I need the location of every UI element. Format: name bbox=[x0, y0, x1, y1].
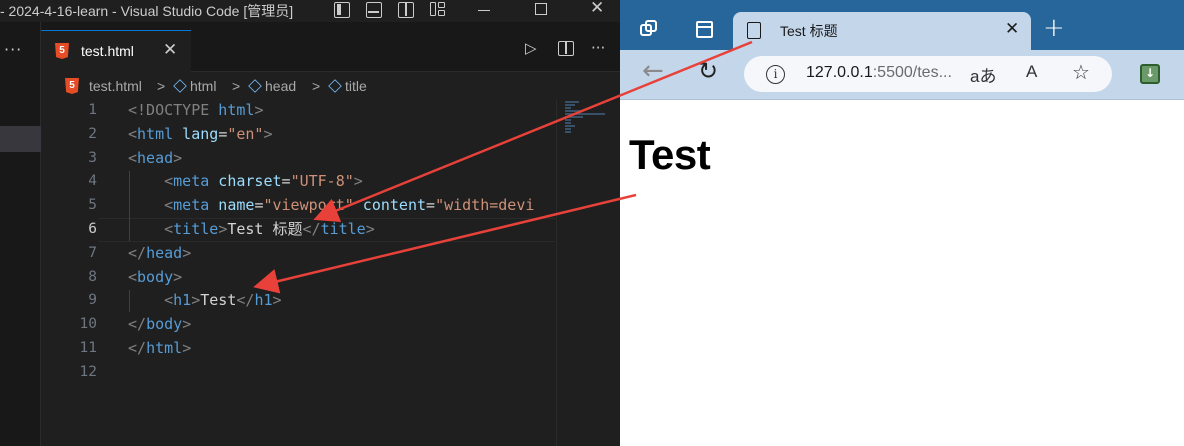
page-heading: Test bbox=[629, 131, 711, 178]
html5-file-icon: 5 bbox=[55, 43, 69, 59]
address-bar[interactable]: i 127.0.0.1:5500/tes... aあ A ☆ bbox=[744, 56, 1112, 92]
html5-file-icon: 5 bbox=[65, 78, 79, 94]
tab-actions-icon[interactable] bbox=[696, 21, 713, 38]
breadcrumb-separator: > bbox=[232, 78, 241, 94]
minimap[interactable] bbox=[556, 99, 620, 446]
line-number: 8 bbox=[88, 268, 97, 285]
symbol-icon bbox=[328, 79, 342, 93]
code-line-active: <title>Test 标题</title> bbox=[164, 219, 375, 238]
url-path: :5500/tes... bbox=[872, 64, 952, 81]
editor-tabbar: 5 test.html ✕ ▷ ··· bbox=[41, 22, 620, 72]
maximize-icon[interactable] bbox=[535, 3, 547, 15]
code-line: </head> bbox=[128, 243, 192, 262]
browser-tab-title: Test 标题 bbox=[780, 23, 838, 39]
browser-tab-active[interactable]: Test 标题 ✕ bbox=[733, 12, 1031, 50]
more-actions-icon[interactable]: ··· bbox=[4, 40, 22, 59]
line-number-active: 6 bbox=[88, 220, 97, 237]
line-number: 11 bbox=[79, 339, 97, 356]
code-line: <head> bbox=[128, 148, 183, 167]
tab-close-icon[interactable]: ✕ bbox=[163, 40, 177, 60]
code-line: <!DOCTYPE html> bbox=[128, 101, 264, 119]
customize-layout-icon[interactable] bbox=[430, 2, 446, 18]
new-tab-button[interactable]: + bbox=[1043, 13, 1065, 43]
workspaces-icon[interactable] bbox=[640, 20, 660, 40]
code-editor[interactable]: <!DOCTYPE html> <html lang="en"> <head> … bbox=[128, 99, 558, 385]
site-info-icon[interactable]: i bbox=[766, 65, 785, 84]
breadcrumb-item-title[interactable]: title bbox=[328, 78, 367, 94]
refresh-icon[interactable]: ↻ bbox=[698, 57, 718, 85]
breadcrumb-file[interactable]: test.html bbox=[89, 78, 142, 94]
breadcrumb-item-head[interactable]: head bbox=[248, 78, 296, 94]
code-line: <meta charset="UTF-8"> bbox=[164, 172, 363, 191]
line-number: 9 bbox=[88, 292, 97, 309]
symbol-icon bbox=[248, 79, 262, 93]
code-line: </html> bbox=[128, 338, 192, 357]
code-line: <h1>Test</h1> bbox=[164, 291, 282, 310]
line-number: 1 bbox=[88, 102, 97, 118]
close-window-icon[interactable]: ✕ bbox=[590, 0, 604, 18]
tab-test-html[interactable]: 5 test.html ✕ bbox=[41, 30, 191, 72]
activity-selected-item[interactable] bbox=[0, 126, 41, 152]
minimize-icon[interactable] bbox=[478, 10, 490, 11]
tab-label: test.html bbox=[81, 43, 134, 59]
activity-bar: ··· bbox=[0, 22, 41, 446]
download-extension-icon[interactable]: ↓ bbox=[1140, 64, 1160, 84]
toggle-panel-icon[interactable] bbox=[366, 2, 382, 18]
toggle-sidebar-icon[interactable] bbox=[334, 2, 350, 18]
code-line: <meta name="viewport" content="width=dev… bbox=[164, 196, 535, 215]
line-number: 4 bbox=[88, 173, 97, 190]
browser-toolbar: ← ↻ i 127.0.0.1:5500/tes... aあ A ☆ ↓ bbox=[620, 50, 1184, 100]
symbol-icon bbox=[173, 79, 187, 93]
browser-viewport: Test bbox=[620, 101, 1184, 446]
translate-icon[interactable]: aあ bbox=[970, 62, 996, 87]
run-icon[interactable]: ▷ bbox=[525, 39, 537, 57]
browser-tab-close-icon[interactable]: ✕ bbox=[1005, 19, 1019, 39]
editor-more-icon[interactable]: ··· bbox=[591, 39, 605, 57]
url-host: 127.0.0.1 bbox=[806, 64, 873, 81]
code-line: <html lang="en"> bbox=[128, 124, 273, 143]
read-aloud-icon[interactable]: A bbox=[1026, 62, 1037, 82]
url-text[interactable]: 127.0.0.1:5500/tes... bbox=[806, 64, 952, 82]
line-number-gutter: 1 2 3 4 5 6 7 8 9 10 11 12 bbox=[41, 99, 97, 385]
vscode-window: - 2024-4-16-learn - Visual Studio Code [… bbox=[0, 0, 620, 446]
favorite-star-icon[interactable]: ☆ bbox=[1072, 60, 1090, 85]
page-icon bbox=[747, 22, 761, 39]
vscode-titlebar: - 2024-4-16-learn - Visual Studio Code [… bbox=[0, 0, 620, 22]
line-number: 7 bbox=[88, 244, 97, 261]
line-number: 10 bbox=[79, 316, 97, 333]
line-number: 3 bbox=[88, 149, 97, 166]
breadcrumb-separator: > bbox=[312, 78, 321, 94]
line-number: 12 bbox=[79, 363, 97, 380]
code-line: <body> bbox=[128, 267, 183, 286]
breadcrumb-item-html[interactable]: html bbox=[173, 78, 216, 94]
breadcrumb-separator: > bbox=[157, 78, 166, 94]
back-arrow-icon[interactable]: ← bbox=[642, 56, 664, 86]
window-title: - 2024-4-16-learn - Visual Studio Code [… bbox=[0, 3, 294, 19]
breadcrumb: 5 test.html > html > head > title bbox=[41, 74, 620, 98]
line-number: 2 bbox=[88, 125, 97, 142]
split-editor-icon[interactable] bbox=[558, 41, 574, 56]
browser-tabstrip: Test 标题 ✕ + bbox=[620, 0, 1184, 50]
line-number: 5 bbox=[88, 197, 97, 214]
code-line: </body> bbox=[128, 315, 192, 334]
toggle-secondary-sidebar-icon[interactable] bbox=[398, 2, 414, 18]
browser-window: Test 标题 ✕ + ← ↻ i 127.0.0.1:5500/tes... … bbox=[620, 0, 1184, 446]
